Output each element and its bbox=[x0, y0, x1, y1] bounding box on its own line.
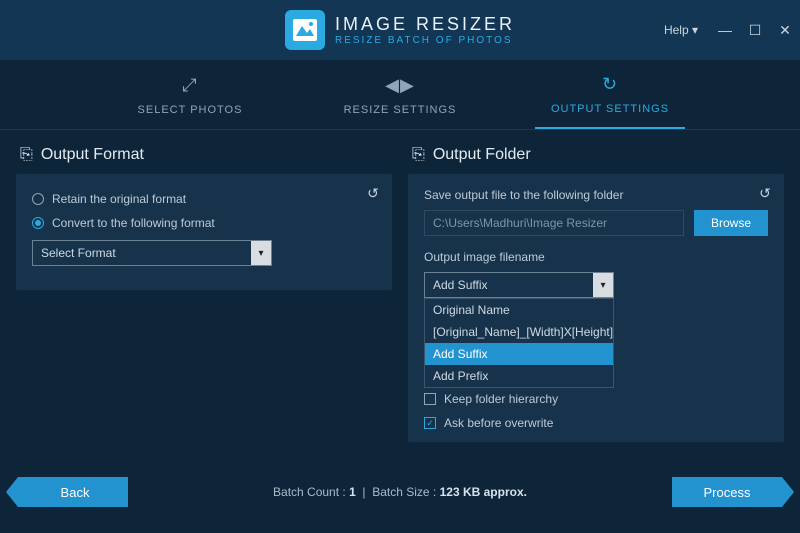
main-content: ⎘ Output Format ↺ Retain the original fo… bbox=[0, 130, 800, 465]
output-format-heading: ⎘ Output Format bbox=[16, 140, 392, 174]
output-format-panel: ⎘ Output Format ↺ Retain the original fo… bbox=[16, 140, 392, 465]
close-button[interactable]: ✕ bbox=[770, 15, 800, 45]
radio-retain-original[interactable]: Retain the original format bbox=[32, 192, 376, 206]
reset-folder-button[interactable]: ↺ bbox=[752, 180, 778, 206]
batch-count-label: Batch Count : bbox=[273, 485, 346, 499]
format-select-value: Select Format bbox=[33, 246, 251, 260]
chevron-down-icon[interactable]: ▾ bbox=[251, 241, 271, 265]
chevron-down-icon[interactable]: ▾ bbox=[593, 273, 613, 297]
app-logo-icon bbox=[285, 10, 325, 50]
mirror-icon: ◀▶ bbox=[385, 74, 415, 98]
brand-text: IMAGE RESIZER RESIZE BATCH OF PHOTOS bbox=[335, 14, 515, 46]
caret-down-icon: ▾ bbox=[692, 23, 698, 37]
app-title: IMAGE RESIZER bbox=[335, 14, 515, 35]
tab-label: SELECT PHOTOS bbox=[138, 104, 243, 116]
tab-output-settings[interactable]: ↻ OUTPUT SETTINGS bbox=[535, 60, 685, 129]
expand-icon: ⤢ bbox=[182, 74, 197, 98]
tab-bar: ⤢ SELECT PHOTOS ◀▶ RESIZE SETTINGS ↻ OUT… bbox=[0, 60, 800, 130]
batch-info: Batch Count : 1 | Batch Size : 123 KB ap… bbox=[273, 485, 527, 499]
filename-dropdown-list: Original Name [Original_Name]_[Width]X[H… bbox=[424, 298, 614, 388]
checkbox-group: Keep folder hierarchy Ask before overwri… bbox=[424, 392, 768, 430]
batch-size-label: Batch Size : bbox=[372, 485, 436, 499]
filename-select[interactable]: Add Suffix ▾ Original Name [Original_Nam… bbox=[424, 272, 614, 298]
tab-resize-settings[interactable]: ◀▶ RESIZE SETTINGS bbox=[325, 60, 475, 129]
output-path-input[interactable] bbox=[424, 210, 684, 236]
app-subtitle: RESIZE BATCH OF PHOTOS bbox=[335, 35, 515, 46]
filename-select-value: Add Suffix bbox=[425, 278, 593, 292]
path-row: Browse bbox=[424, 210, 768, 236]
output-folder-body: ↺ Save output file to the following fold… bbox=[408, 174, 784, 442]
save-path-label: Save output file to the following folder bbox=[424, 188, 768, 202]
option-add-prefix[interactable]: Add Prefix bbox=[425, 365, 613, 387]
minimize-button[interactable]: ― bbox=[710, 15, 740, 45]
tab-label: RESIZE SETTINGS bbox=[344, 104, 457, 116]
checkbox-keep-folder-hierarchy[interactable]: Keep folder hierarchy bbox=[424, 392, 768, 406]
brand: IMAGE RESIZER RESIZE BATCH OF PHOTOS bbox=[285, 10, 515, 50]
radio-icon bbox=[32, 217, 44, 229]
batch-count-value: 1 bbox=[349, 485, 356, 499]
title-bar: IMAGE RESIZER RESIZE BATCH OF PHOTOS Hel… bbox=[0, 0, 800, 60]
option-add-suffix[interactable]: Add Suffix bbox=[425, 343, 613, 365]
process-button[interactable]: Process bbox=[672, 477, 782, 507]
footer-bar: Back Batch Count : 1 | Batch Size : 123 … bbox=[0, 465, 800, 519]
radio-label: Retain the original format bbox=[52, 192, 186, 206]
radio-icon bbox=[32, 193, 44, 205]
reset-format-button[interactable]: ↺ bbox=[360, 180, 386, 206]
option-original-name[interactable]: Original Name bbox=[425, 299, 613, 321]
batch-size-value: 123 KB approx. bbox=[440, 485, 527, 499]
refresh-icon: ↻ bbox=[602, 73, 618, 97]
checkbox-ask-before-overwrite[interactable]: Ask before overwrite bbox=[424, 416, 768, 430]
filename-select-box[interactable]: Add Suffix ▾ bbox=[424, 272, 614, 298]
checkbox-icon bbox=[424, 417, 436, 429]
radio-label: Convert to the following format bbox=[52, 216, 215, 230]
radio-convert-format[interactable]: Convert to the following format bbox=[32, 216, 376, 230]
checkbox-label: Keep folder hierarchy bbox=[444, 392, 558, 406]
maximize-button[interactable]: ☐ bbox=[740, 15, 770, 45]
window-controls: Help ▾ ― ☐ ✕ bbox=[652, 0, 800, 60]
export-icon: ⎘ bbox=[20, 146, 33, 164]
option-name-dimensions[interactable]: [Original_Name]_[Width]X[Height] bbox=[425, 321, 613, 343]
format-select[interactable]: Select Format ▾ bbox=[32, 240, 272, 266]
tab-label: OUTPUT SETTINGS bbox=[551, 103, 669, 115]
back-button[interactable]: Back bbox=[18, 477, 128, 507]
filename-label: Output image filename bbox=[424, 250, 768, 264]
checkbox-label: Ask before overwrite bbox=[444, 416, 553, 430]
tab-select-photos[interactable]: ⤢ SELECT PHOTOS bbox=[115, 60, 265, 129]
output-format-body: ↺ Retain the original format Convert to … bbox=[16, 174, 392, 290]
browse-button[interactable]: Browse bbox=[694, 210, 768, 236]
output-folder-heading: ⎘ Output Folder bbox=[408, 140, 784, 174]
output-folder-panel: ⎘ Output Folder ↺ Save output file to th… bbox=[408, 140, 784, 465]
checkbox-icon bbox=[424, 393, 436, 405]
help-menu[interactable]: Help ▾ bbox=[652, 17, 710, 43]
folder-icon: ⎘ bbox=[412, 146, 425, 164]
